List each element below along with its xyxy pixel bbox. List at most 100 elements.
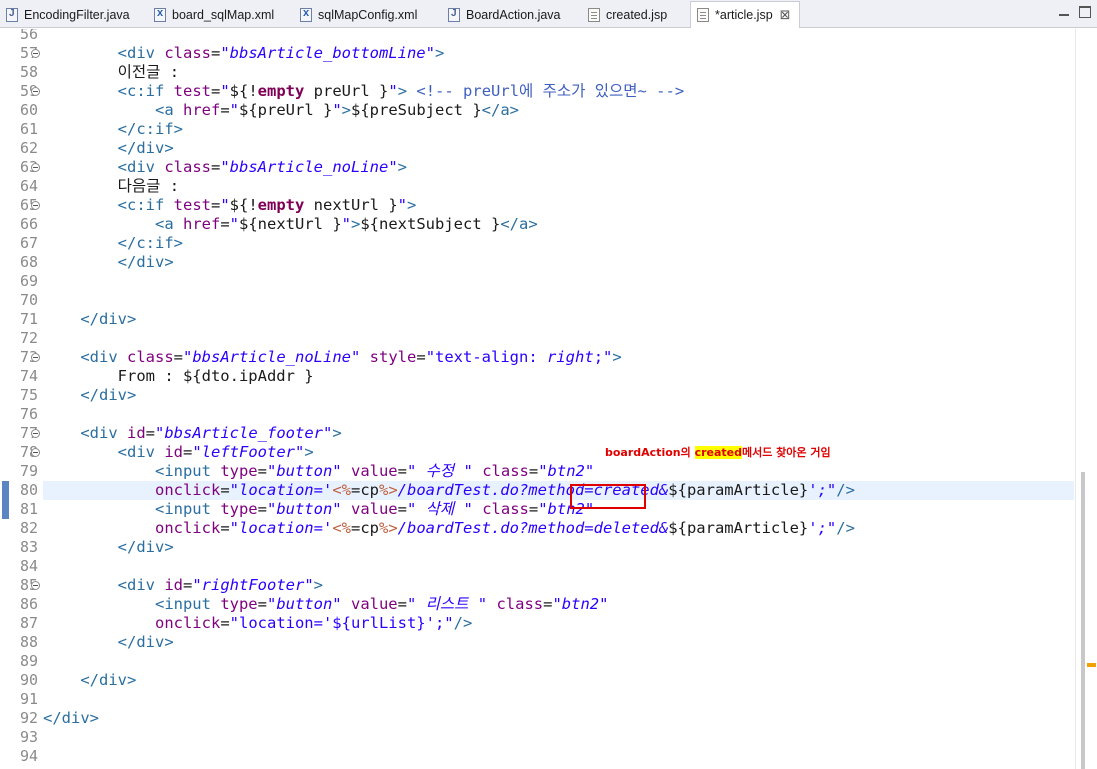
scrollbar-thumb[interactable] bbox=[1081, 472, 1085, 769]
overview-marker[interactable] bbox=[1087, 663, 1096, 667]
code-line[interactable]: onclick="location='${urlList}';"/> bbox=[43, 614, 472, 633]
fold-collapse-icon[interactable] bbox=[31, 353, 40, 362]
code-token: = bbox=[397, 500, 407, 518]
code-token: nextUrl } bbox=[304, 196, 398, 214]
code-line[interactable]: <a href="${nextUrl }">${nextSubject }</a… bbox=[43, 215, 538, 234]
fold-collapse-icon[interactable] bbox=[31, 201, 40, 210]
code-line[interactable]: </div> bbox=[43, 709, 99, 728]
code-token: style bbox=[369, 348, 417, 366]
tab-sqlmap-config[interactable]: sqlMapConfig.xml bbox=[300, 2, 417, 27]
code-token: </a> bbox=[500, 215, 538, 233]
code-line[interactable]: </c:if> bbox=[43, 120, 183, 139]
code-line[interactable]: <c:if test="${!empty nextUrl }"> bbox=[43, 196, 417, 215]
code-line[interactable]: 이전글 : bbox=[43, 63, 179, 82]
code-line[interactable]: </div> bbox=[43, 671, 136, 690]
code-token: /boardTest.do?method=deleted& bbox=[397, 519, 669, 537]
code-line[interactable]: <div class="bbsArticle_noLine" style="te… bbox=[43, 348, 621, 367]
code-line[interactable]: </div> bbox=[43, 310, 136, 329]
code-token: </div> bbox=[80, 386, 137, 404]
code-token: = bbox=[220, 481, 230, 499]
code-token: "bbsArticle_footer" bbox=[155, 424, 333, 442]
code-line[interactable]: 다음글 : bbox=[43, 177, 179, 196]
code-token: From : ${dto.ipAddr } bbox=[43, 367, 314, 385]
vertical-scrollbar[interactable] bbox=[1075, 29, 1097, 769]
code-token: "location='${urlList}';" bbox=[229, 614, 454, 632]
code-token: /> bbox=[453, 614, 473, 632]
code-token: > bbox=[397, 158, 407, 176]
code-line[interactable]: <input type="button" value=" 수정 " class=… bbox=[43, 462, 594, 481]
tab-article-jsp[interactable]: *article.jsp ⊠ bbox=[690, 1, 800, 28]
code-line[interactable]: </div> bbox=[43, 253, 174, 272]
code-token: ${preUrl } bbox=[239, 101, 333, 119]
code-line[interactable]: </div> bbox=[43, 633, 174, 652]
code-area[interactable]: <div class="bbsArticle_bottomLine"> 이전글 … bbox=[43, 29, 1074, 769]
code-token: "btn2" bbox=[552, 595, 609, 613]
line-number: 75 bbox=[19, 386, 38, 404]
code-token: "bbsArticle_noLine" bbox=[220, 158, 398, 176]
code-line[interactable]: From : ${dto.ipAddr } bbox=[43, 367, 314, 386]
code-token: href bbox=[182, 101, 221, 119]
code-line[interactable]: <div id="bbsArticle_footer"> bbox=[43, 424, 341, 443]
code-token: <% bbox=[332, 519, 351, 537]
code-line[interactable]: <div class="bbsArticle_noLine"> bbox=[43, 158, 407, 177]
fold-collapse-icon[interactable] bbox=[31, 581, 40, 590]
code-token: </c:if> bbox=[117, 234, 183, 252]
tab-board-sqlmap[interactable]: board_sqlMap.xml bbox=[154, 2, 274, 27]
code-token: </div> bbox=[117, 633, 174, 651]
code-token: <input bbox=[154, 462, 221, 480]
tab-created-jsp[interactable]: created.jsp bbox=[588, 2, 667, 27]
code-line[interactable]: </div> bbox=[43, 386, 136, 405]
code-token: = bbox=[528, 462, 539, 480]
code-line[interactable]: <a href="${preUrl }">${preSubject }</a> bbox=[43, 101, 519, 120]
fold-collapse-icon[interactable] bbox=[31, 163, 40, 172]
code-line[interactable]: <input type="button" value=" 삭제 " class=… bbox=[43, 500, 594, 519]
fold-collapse-icon[interactable] bbox=[31, 429, 40, 438]
code-line[interactable]: <div class="bbsArticle_bottomLine"> bbox=[43, 44, 445, 63]
code-line[interactable]: onclick="location='<%=cp%>/boardTest.do?… bbox=[43, 519, 855, 538]
close-tab-icon[interactable]: ⊠ bbox=[780, 8, 791, 23]
line-number: 70 bbox=[19, 291, 38, 309]
overview-ruler-left bbox=[0, 29, 14, 769]
code-token: = bbox=[211, 44, 221, 62]
code-editor[interactable]: 56 57 58 59 60 61 62 63 64 65 66 67 68 69 70 71 72 73 74 75… bbox=[0, 29, 1097, 769]
code-line[interactable]: onclick="location='<%=cp%>/boardTest.do?… bbox=[43, 481, 855, 500]
fold-collapse-icon[interactable] bbox=[31, 87, 40, 96]
fold-collapse-icon[interactable] bbox=[31, 448, 40, 457]
jsp-file-icon bbox=[697, 8, 709, 22]
code-line[interactable]: </div> bbox=[43, 538, 174, 557]
line-number: 68 bbox=[19, 253, 38, 271]
line-number: 60 bbox=[19, 101, 38, 119]
code-line[interactable]: </div> bbox=[43, 139, 174, 158]
code-token: ;" bbox=[593, 348, 613, 366]
code-line[interactable]: <input type="button" value=" 리스트 " class… bbox=[43, 595, 608, 614]
tab-label: BoardAction.java bbox=[466, 7, 561, 22]
code-token: <% bbox=[332, 481, 351, 499]
line-number-gutter: 56 57 58 59 60 61 62 63 64 65 66 67 68 69 70 71 72 73 74 75… bbox=[14, 29, 40, 769]
code-token: > bbox=[407, 196, 417, 214]
code-line[interactable]: <c:if test="${!empty preUrl }"> <!-- pre… bbox=[43, 82, 685, 101]
line-number: 90 bbox=[19, 671, 38, 689]
code-token: type bbox=[220, 500, 258, 518]
tab-board-action[interactable]: BoardAction.java bbox=[448, 2, 561, 27]
code-line[interactable]: <div id="rightFooter"> bbox=[43, 576, 323, 595]
code-line[interactable]: </c:if> bbox=[43, 234, 183, 253]
tab-encoding-filter[interactable]: EncodingFilter.java bbox=[6, 2, 130, 27]
code-token: </div> bbox=[80, 671, 137, 689]
code-token: %> bbox=[378, 519, 398, 537]
code-line[interactable]: <div id="leftFooter"> bbox=[43, 443, 314, 462]
line-number: 79 bbox=[19, 462, 38, 480]
code-token: <c:if bbox=[117, 82, 174, 100]
minimize-icon[interactable] bbox=[1058, 6, 1070, 18]
maximize-icon[interactable] bbox=[1079, 6, 1091, 18]
fold-collapse-icon[interactable] bbox=[31, 49, 40, 58]
